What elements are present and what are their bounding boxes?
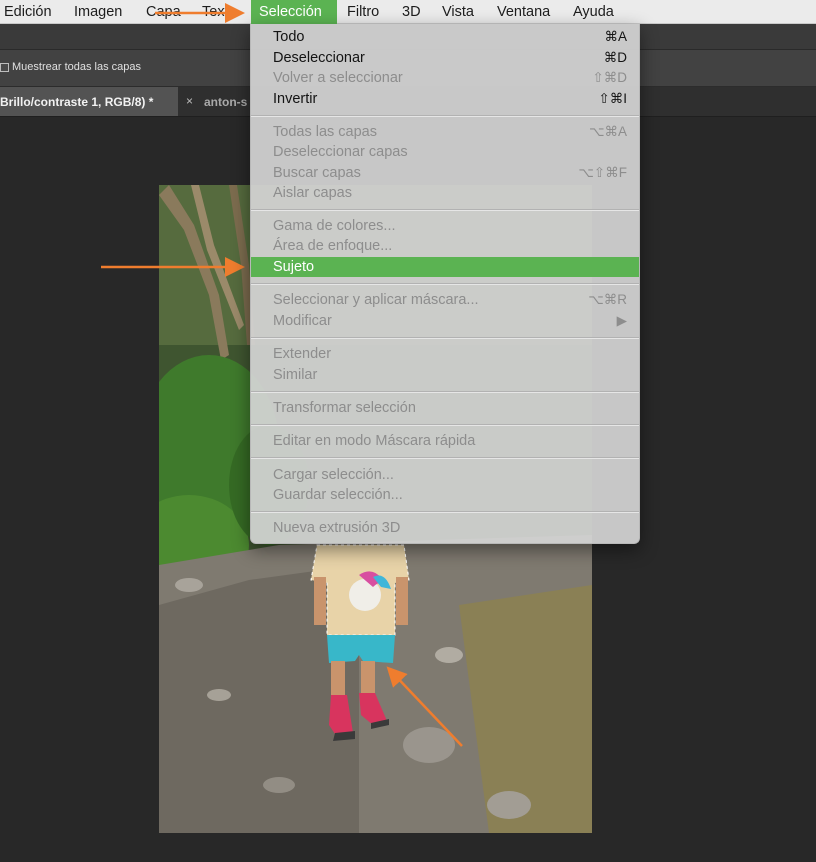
menu-separator [251, 209, 639, 211]
menu-separator [251, 457, 639, 459]
menu-item-sujeto[interactable]: Sujeto [251, 257, 639, 277]
menu-item-area-de-enfoque[interactable]: Área de enfoque... [251, 236, 639, 256]
menu-item-aislar-capas[interactable]: Aislar capas [251, 183, 639, 203]
menu-separator [251, 337, 639, 339]
menu-item-cargar-seleccion[interactable]: Cargar selección... [251, 465, 639, 485]
menu-item-invertir[interactable]: Invertir ⇧⌘I [251, 89, 639, 109]
menu-ventana[interactable]: Ventana [489, 0, 558, 24]
menu-capa[interactable]: Capa [138, 0, 189, 24]
document-tab-title: Brillo/contraste 1, RGB/8) * [0, 95, 154, 109]
menu-separator [251, 511, 639, 513]
submenu-arrow-icon: ▶ [616, 313, 627, 328]
document-tab-second[interactable]: anton-s [204, 95, 247, 109]
menu-item-transformar-seleccion[interactable]: Transformar selección [251, 398, 639, 418]
menu-item-extender[interactable]: Extender [251, 344, 639, 364]
menu-separator [251, 391, 639, 393]
menu-vista[interactable]: Vista [434, 0, 482, 24]
menu-item-volver-a-seleccionar[interactable]: Volver a seleccionar ⇧⌘D [251, 68, 639, 88]
menu-item-todas-las-capas[interactable]: Todas las capas ⌥⌘A [251, 122, 639, 142]
menu-item-similar[interactable]: Similar [251, 365, 639, 385]
menu-separator [251, 115, 639, 117]
seleccion-dropdown-menu: Todo ⌘A Deseleccionar ⌘D Volver a seleccio… [250, 24, 640, 544]
menu-item-editar-mascara-rapida[interactable]: Editar en modo Máscara rápida [251, 431, 639, 451]
menu-imagen[interactable]: Imagen [66, 0, 130, 24]
menu-item-todo[interactable]: Todo ⌘A [251, 27, 639, 47]
menu-separator [251, 424, 639, 426]
menu-item-guardar-seleccion[interactable]: Guardar selección... [251, 485, 639, 505]
menu-item-gama-de-colores[interactable]: Gama de colores... [251, 216, 639, 236]
menu-separator [251, 283, 639, 285]
menu-filtro[interactable]: Filtro [339, 0, 387, 24]
menu-ayuda[interactable]: Ayuda [565, 0, 622, 24]
document-tab-active[interactable]: Brillo/contraste 1, RGB/8) * [0, 87, 178, 116]
menu-texto[interactable]: Texto [194, 0, 245, 24]
menu-item-buscar-capas[interactable]: Buscar capas ⌥⇧⌘F [251, 163, 639, 183]
sample-all-layers-label: Muestrear todas las capas [12, 61, 142, 73]
menu-item-modificar[interactable]: Modificar ▶ [251, 311, 639, 331]
menu-item-nueva-extrusion-3d[interactable]: Nueva extrusión 3D [251, 518, 639, 538]
menu-bar: Edición Imagen Capa Texto Selección Filt… [0, 0, 816, 24]
menu-edicion[interactable]: Edición [0, 0, 60, 24]
sample-all-layers-checkbox[interactable] [0, 63, 9, 72]
menu-item-seleccionar-y-aplicar-mascara[interactable]: Seleccionar y aplicar máscara... ⌥⌘R [251, 290, 639, 310]
close-tab-icon[interactable]: × [186, 94, 193, 108]
menu-seleccion[interactable]: Selección [251, 0, 337, 24]
menu-3d[interactable]: 3D [394, 0, 429, 24]
menu-item-deseleccionar-capas[interactable]: Deseleccionar capas [251, 142, 639, 162]
menu-item-deseleccionar[interactable]: Deseleccionar ⌘D [251, 48, 639, 68]
